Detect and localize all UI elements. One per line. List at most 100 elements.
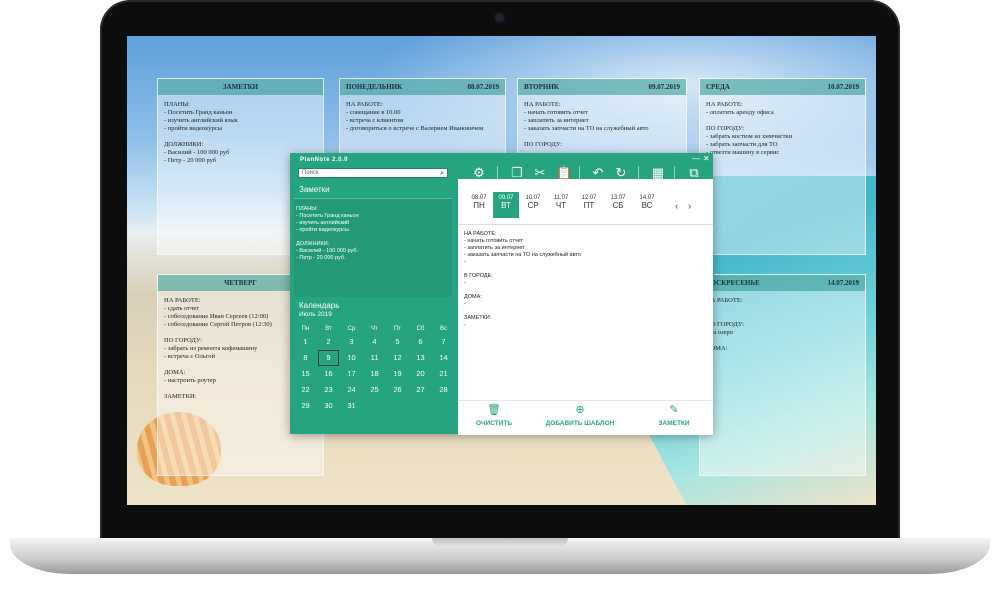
bottom-toolbar: 🗑 ОЧИСТИТЬ ⊕ ДОБАВИТЬ ШАБЛОН ✎ ЗАМЕТКИ	[458, 400, 713, 435]
search-input[interactable]: Поиск ⌕	[298, 168, 448, 178]
calendar-day[interactable]: 3	[340, 334, 363, 350]
bg-card-tuesday: ВТОРНИК 09.07.2019 НА РАБОТЕ: - начать го…	[517, 78, 687, 158]
clear-button[interactable]: 🗑 ОЧИСТИТЬ	[468, 401, 520, 435]
day-tab[interactable]: 14.07 ВС	[634, 192, 660, 218]
calendar-day[interactable]: 4	[363, 334, 386, 350]
calendar-day-selected[interactable]: 9	[318, 350, 339, 366]
minimize-button[interactable]: —	[692, 155, 700, 163]
toolbar-separator	[674, 166, 675, 180]
day-tab[interactable]: 08.07 ПН	[466, 192, 492, 218]
calendar-day[interactable]: 11	[363, 350, 386, 366]
calendar-day[interactable]: 20	[409, 366, 432, 382]
day-weekday: СР	[527, 201, 539, 210]
left-pane: Заметки ПЛАНЫ: - Посетить Гранд каньон -…	[290, 179, 458, 434]
search-icon[interactable]: ⌕	[440, 169, 444, 178]
bg-card-text: НА РАБОТЕ: - начать готовить отчет - зап…	[524, 101, 649, 148]
settings-icon[interactable]: ⚙	[472, 166, 486, 180]
calendar-day	[432, 398, 455, 414]
calendar-day[interactable]: 27	[409, 382, 432, 398]
day-tab[interactable]: 13.07 СБ	[605, 192, 631, 218]
undo-icon[interactable]: ↶	[591, 166, 605, 180]
calendar-month[interactable]: Июль 2019	[299, 311, 332, 318]
calendar-today-icon[interactable]: ▦	[651, 166, 665, 180]
day-weekday: ВТ	[501, 201, 511, 210]
calendar-day[interactable]: 30	[317, 398, 340, 414]
bg-card-date: 10.07.2019	[827, 83, 860, 91]
bg-card-title: ВТОРНИК	[524, 83, 559, 91]
close-button[interactable]: ✕	[703, 155, 710, 163]
calendar-day[interactable]: 6	[409, 334, 432, 350]
calendar-day[interactable]: 1	[294, 334, 317, 350]
toolbar-separator	[638, 166, 639, 180]
day-tab[interactable]: 12.07 ПТ	[576, 192, 602, 218]
calendar-day[interactable]: 2	[317, 334, 340, 350]
prev-week-icon[interactable]: ‹	[675, 201, 678, 212]
notes-text[interactable]: ПЛАНЫ: - Посетить Гранд каньон - изучить…	[296, 206, 359, 262]
bg-card-title: ЗАМЕТКИ	[222, 83, 259, 91]
calendar-day[interactable]: 17	[340, 366, 363, 382]
cut-icon[interactable]: ✂	[533, 166, 547, 180]
calendar-weekday: Ср	[347, 326, 356, 332]
calendar-day[interactable]: 24	[340, 382, 363, 398]
bg-card-date: 09.07.2019	[648, 83, 681, 91]
next-week-icon[interactable]: ›	[688, 201, 691, 212]
redo-icon[interactable]: ↻	[614, 166, 628, 180]
calendar-day[interactable]: 31	[340, 398, 363, 414]
day-weekday: ВС	[641, 201, 653, 210]
bg-card-wednesday: СРЕДА 10.07.2019 НА РАБОТЕ: - оплатить ар…	[699, 78, 866, 255]
day-weekday: ЧТ	[555, 201, 567, 210]
calendar-day[interactable]: 14	[432, 350, 455, 366]
calendar-weekday: Вс	[439, 326, 447, 332]
laptop-notch	[432, 538, 568, 547]
calendar-grid: Пн Вт Ср Чт Пт Сб Вс 1 2 3 4 5 6 7 8 9 1…	[294, 324, 454, 414]
notes-button[interactable]: ✎ ЗАМЕТКИ	[648, 401, 700, 435]
clear-button-label: ОЧИСТИТЬ	[475, 420, 513, 427]
copy-icon[interactable]: ❐	[510, 166, 524, 180]
notes-title: Заметки	[299, 185, 330, 194]
calendar-day[interactable]: 7	[432, 334, 455, 350]
add-template-button-label: ДОБАВИТЬ ШАБЛОН	[545, 420, 615, 427]
day-content-editor[interactable]: НА РАБОТЕ: - начать готовить отчет - зап…	[464, 231, 581, 329]
day-tab[interactable]: 11.07 ЧТ	[548, 192, 574, 218]
calendar-day	[386, 398, 409, 414]
calendar-weekday: Пт	[393, 326, 402, 332]
calendar-day[interactable]: 16	[317, 366, 340, 382]
plannote-window: PlanNote 2.0.0 — ✕ Поиск ⌕ ⚙ ❐ ✂ 📋 ↶ ↻ ▦…	[290, 153, 713, 435]
divider	[458, 224, 713, 225]
day-tab-active[interactable]: 09.07 ВТ	[493, 192, 519, 218]
bg-card-title: ВОСКРЕСЕНЬЕ	[706, 279, 760, 287]
calendar-day[interactable]: 29	[294, 398, 317, 414]
calendar-day[interactable]: 21	[432, 366, 455, 382]
calendar-day[interactable]: 25	[363, 382, 386, 398]
calendar-day[interactable]: 12	[386, 350, 409, 366]
calendar-weekday: Пн	[301, 326, 310, 332]
calendar-day[interactable]: 18	[363, 366, 386, 382]
paste-icon[interactable]: 📋	[556, 166, 572, 180]
calendar-day[interactable]: 22	[294, 382, 317, 398]
calendar-day[interactable]: 19	[386, 366, 409, 382]
calendar-day[interactable]: 5	[386, 334, 409, 350]
calendar-day[interactable]: 13	[409, 350, 432, 366]
bg-card-title: ЧЕТВЕРГ	[224, 279, 257, 287]
calendar-title: Календарь	[299, 301, 340, 310]
calendar-day	[409, 398, 432, 414]
export-icon[interactable]: ⧉	[687, 166, 701, 180]
calendar-day[interactable]: 8	[294, 350, 317, 366]
day-tab[interactable]: 10.07 СР	[520, 192, 546, 218]
bg-card-monday: ПОНЕДЕЛЬНИК 08.07.2019 НА РАБОТЕ: - совещ…	[339, 78, 506, 158]
bg-card-date: 14.07.2019	[827, 279, 860, 287]
bg-card-sunday: ВОСКРЕСЕНЬЕ 14.07.2019 НА РАБОТЕ: - ПО ГО…	[699, 274, 866, 476]
bg-card-text: НА РАБОТЕ: - оплатить аренду офиса ПО ГО…	[706, 101, 793, 156]
calendar-day[interactable]: 23	[317, 382, 340, 398]
plus-circle-icon: ⊕	[575, 404, 585, 416]
bg-card-text: НА РАБОТЕ: - совещание в 10.00 - встреча…	[346, 101, 484, 132]
calendar-day	[363, 398, 386, 414]
calendar-day[interactable]: 10	[340, 350, 363, 366]
calendar-day[interactable]: 26	[386, 382, 409, 398]
add-template-button[interactable]: ⊕ ДОБАВИТЬ ШАБЛОН	[536, 401, 624, 435]
calendar-day[interactable]: 28	[432, 382, 455, 398]
calendar-day[interactable]: 15	[294, 366, 317, 382]
bg-card-date: 08.07.2019	[467, 83, 500, 91]
day-weekday: ПН	[473, 201, 485, 210]
trash-icon: 🗑	[487, 404, 501, 416]
